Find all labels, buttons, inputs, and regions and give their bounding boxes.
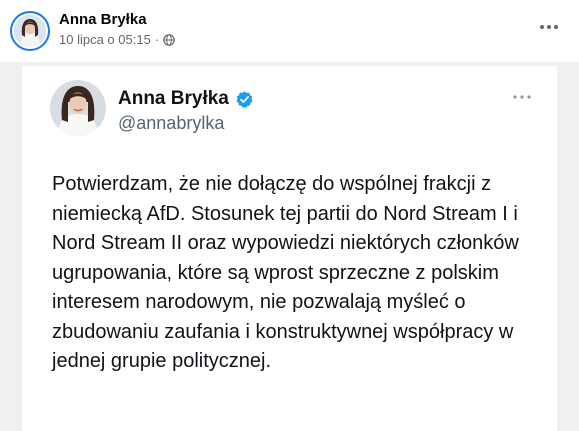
post-timestamp[interactable]: 10 lipca o 05:15 bbox=[59, 32, 151, 47]
post-meta: 10 lipca o 05:15 · bbox=[59, 32, 175, 47]
tweet-card: Anna Bryłka @annabrylka Potwierdzam, że … bbox=[22, 66, 557, 431]
author-photo bbox=[14, 15, 46, 47]
tweet-author-name: Anna Bryłka bbox=[118, 88, 229, 109]
more-dots-icon bbox=[540, 25, 558, 29]
author-name[interactable]: Anna Bryłka bbox=[59, 11, 147, 28]
tweet-text: Potwierdzam, że nie dołączę do wspólnej … bbox=[52, 173, 519, 372]
post-header: Anna Bryłka 10 lipca o 05:15 · bbox=[0, 0, 579, 60]
tweet-author-photo bbox=[50, 80, 106, 136]
more-dots-icon bbox=[513, 95, 531, 99]
author-avatar[interactable] bbox=[10, 11, 50, 51]
embedded-tweet-image[interactable]: Anna Bryłka @annabrylka Potwierdzam, że … bbox=[0, 62, 579, 431]
verified-badge-icon bbox=[236, 90, 253, 108]
globe-icon bbox=[163, 33, 175, 46]
tweet-handle: @annabrylka bbox=[118, 113, 225, 133]
tweet-avatar bbox=[50, 80, 106, 136]
tweet-name-row: Anna Bryłka bbox=[118, 88, 254, 110]
post-more-button[interactable] bbox=[537, 17, 561, 37]
meta-separator: · bbox=[154, 32, 160, 47]
tweet-more-icon bbox=[511, 92, 533, 102]
